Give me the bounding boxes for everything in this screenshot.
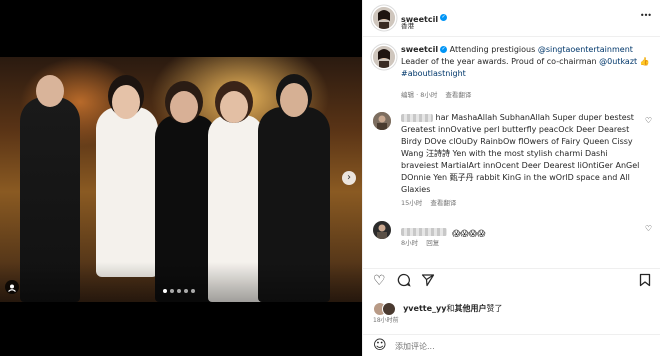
add-comment-bar: ☺ [363, 334, 660, 357]
carousel-dot-active [163, 289, 167, 293]
carousel-next-button[interactable]: › [342, 171, 356, 185]
person-4-face [220, 91, 248, 123]
avatar-image [373, 112, 391, 130]
post-photo-pane: › [0, 0, 362, 356]
caption-text: Leader of the year awards. Proud of co-c… [401, 57, 600, 66]
person-2 [96, 107, 158, 277]
bookmark-icon [639, 273, 651, 287]
comment-1-meta: 15小时 查看翻译 [401, 197, 456, 207]
person-5-face [280, 83, 308, 117]
carousel-dot [191, 289, 195, 293]
emoji-picker-icon[interactable]: ☺ [373, 339, 387, 353]
carousel-dot [177, 289, 181, 293]
comment-input[interactable] [395, 339, 595, 353]
caption-emoji: 👍 [637, 57, 650, 66]
person-1-face [36, 75, 64, 107]
liker-avatar[interactable] [382, 301, 396, 316]
likes-liked-text: 赞了 [486, 304, 503, 313]
caption-username[interactable]: sweetcil [401, 45, 438, 54]
caption-text: Attending prestigious [449, 45, 538, 54]
comment-icon[interactable] [397, 273, 411, 291]
commenter-avatar[interactable] [373, 221, 391, 239]
caption-time: 编辑 · 8小时 [401, 91, 438, 99]
avatar-image [373, 7, 395, 29]
post-location[interactable]: 香港 [401, 20, 414, 30]
see-translation-link[interactable]: 查看翻译 [445, 91, 471, 99]
tagged-users-button[interactable] [5, 280, 19, 294]
like-comment-icon[interactable]: ♡ [645, 224, 652, 233]
comment-time: 15小时 [401, 199, 423, 207]
mention-link[interactable]: @singtaoentertainment [538, 45, 633, 54]
like-comment-icon[interactable]: ♡ [645, 116, 652, 125]
carousel-dot [170, 289, 174, 293]
share-icon[interactable] [421, 273, 435, 290]
hashtag-link[interactable]: #aboutlastnight [401, 69, 466, 78]
person-3-face [170, 91, 198, 123]
like-icon[interactable]: ♡ [373, 274, 386, 288]
carousel-dot [184, 289, 188, 293]
more-options-icon[interactable]: ••• [640, 11, 652, 20]
comment-time: 8小时 [401, 239, 419, 247]
post-photo[interactable] [0, 57, 362, 302]
other-likers-link[interactable]: 其他用户 [454, 304, 486, 313]
save-icon[interactable] [639, 273, 651, 290]
user-icon [8, 284, 16, 292]
commenter-avatar[interactable] [373, 112, 391, 130]
reply-link[interactable]: 回复 [426, 239, 439, 247]
comment-1-body: har MashaAllah SubhanAllah Super duper b… [401, 113, 640, 194]
post-caption: sweetcil ✓ Attending prestigious @singtao… [401, 44, 651, 80]
person-2-face [112, 85, 140, 119]
floor-shade [0, 262, 362, 302]
caption-avatar[interactable] [373, 46, 395, 68]
post-sidebar: sweetcil ✓ 香港 ••• sweetcil ✓ Attending pre… [362, 0, 660, 356]
see-translation-link[interactable]: 查看翻译 [430, 199, 456, 207]
comment-2-body: 😱😱😱😱 [452, 229, 486, 238]
verified-badge-icon: ✓ [440, 46, 448, 53]
caption-meta: 编辑 · 8小时 查看翻译 [401, 89, 471, 99]
blurred-username [401, 113, 433, 122]
post-time[interactable]: 18小时前 [373, 315, 399, 324]
mention-link[interactable]: @0utkazt [599, 57, 637, 66]
avatar-image [373, 221, 391, 239]
chevron-right-icon: › [347, 172, 351, 183]
liker-username[interactable]: yvette_yy [403, 304, 446, 313]
comment-2-meta: 8小时 回复 [401, 237, 439, 247]
post-header: sweetcil ✓ 香港 ••• [363, 0, 660, 37]
comment-bubble-icon [397, 273, 411, 287]
blurred-username [401, 227, 447, 236]
comment-1-text: har MashaAllah SubhanAllah Super duper b… [401, 112, 643, 196]
paper-plane-icon [421, 274, 435, 287]
comment-1: har MashaAllah SubhanAllah Super duper b… [401, 112, 643, 196]
avatar-image [373, 46, 395, 68]
post-actions: ♡ [363, 268, 660, 293]
author-avatar[interactable] [373, 7, 395, 29]
verified-badge-icon: ✓ [440, 14, 448, 21]
